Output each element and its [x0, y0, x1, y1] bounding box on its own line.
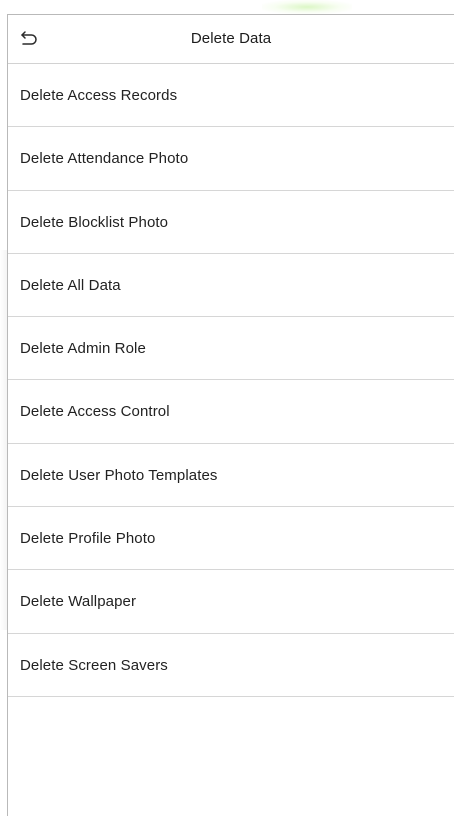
menu-item-label: Delete Screen Savers	[20, 656, 168, 674]
menu-item-delete-attendance-photo[interactable]: Delete Attendance Photo	[8, 127, 454, 191]
delete-data-panel: Delete Data Delete Access Records Delete…	[7, 14, 454, 816]
menu-item-label: Delete Access Control	[20, 403, 170, 421]
menu-item-label: Delete User Photo Templates	[20, 466, 218, 484]
device-screen: Delete Data Delete Access Records Delete…	[0, 0, 454, 816]
top-glow-decoration	[262, 0, 352, 14]
menu-item-delete-all-data[interactable]: Delete All Data	[8, 254, 454, 318]
header-bar: Delete Data	[8, 15, 454, 64]
menu-item-delete-blocklist-photo[interactable]: Delete Blocklist Photo	[8, 191, 454, 254]
menu-item-delete-user-photo-templates[interactable]: Delete User Photo Templates	[8, 444, 454, 508]
delete-options-list: Delete Access Records Delete Attendance …	[8, 64, 454, 697]
menu-item-delete-access-control[interactable]: Delete Access Control	[8, 380, 454, 444]
page-title: Delete Data	[190, 30, 272, 47]
menu-item-label: Delete Profile Photo	[20, 530, 156, 548]
side-shadow-decoration	[0, 250, 7, 630]
menu-item-delete-wallpaper[interactable]: Delete Wallpaper	[8, 570, 454, 634]
menu-item-label: Delete All Data	[20, 276, 121, 294]
menu-item-delete-admin-role[interactable]: Delete Admin Role	[8, 317, 454, 381]
menu-item-delete-screen-savers[interactable]: Delete Screen Savers	[8, 634, 454, 697]
menu-item-delete-profile-photo[interactable]: Delete Profile Photo	[8, 507, 454, 571]
menu-item-label: Delete Blocklist Photo	[20, 213, 169, 231]
menu-item-label: Delete Access Records	[20, 87, 178, 104]
menu-item-delete-access-records[interactable]: Delete Access Records	[8, 64, 454, 128]
menu-item-label: Delete Attendance Photo	[20, 150, 189, 168]
menu-item-label: Delete Admin Role	[20, 340, 146, 358]
menu-item-label: Delete Wallpaper	[20, 593, 137, 611]
